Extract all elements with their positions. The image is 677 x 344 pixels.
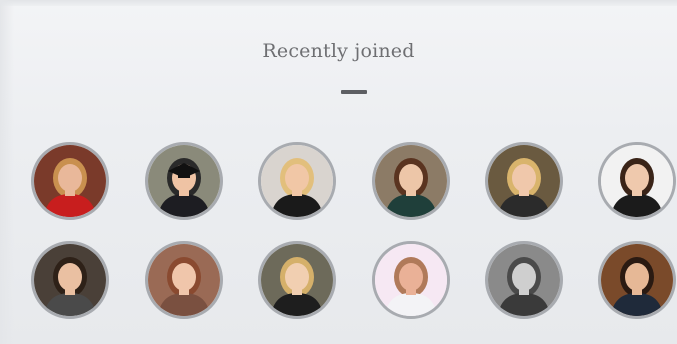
member-avatar[interactable] (258, 241, 336, 319)
user-photo-icon (148, 244, 220, 316)
user-photo-icon (261, 145, 333, 217)
member-avatar[interactable] (145, 241, 223, 319)
title-underline (341, 90, 367, 94)
member-avatar[interactable] (485, 241, 563, 319)
user-photo-icon (261, 244, 333, 316)
user-photo-icon (34, 244, 106, 316)
member-avatar[interactable] (485, 142, 563, 220)
user-photo-icon (375, 145, 447, 217)
user-photo-icon (34, 145, 106, 217)
recently-joined-panel: Recently joined (0, 0, 677, 344)
user-photo-icon (375, 244, 447, 316)
member-avatar[interactable] (31, 241, 109, 319)
member-avatar[interactable] (258, 142, 336, 220)
user-photo-icon (601, 145, 673, 217)
user-photo-icon (601, 244, 673, 316)
member-avatar[interactable] (372, 142, 450, 220)
section-title: Recently joined (262, 40, 415, 62)
member-avatar[interactable] (598, 142, 676, 220)
member-avatar[interactable] (372, 241, 450, 319)
member-avatar[interactable] (145, 142, 223, 220)
user-photo-icon (488, 244, 560, 316)
user-photo-icon (488, 145, 560, 217)
member-avatar[interactable] (31, 142, 109, 220)
top-strip (0, 0, 677, 6)
member-avatar[interactable] (598, 241, 676, 319)
user-photo-icon (148, 145, 220, 217)
